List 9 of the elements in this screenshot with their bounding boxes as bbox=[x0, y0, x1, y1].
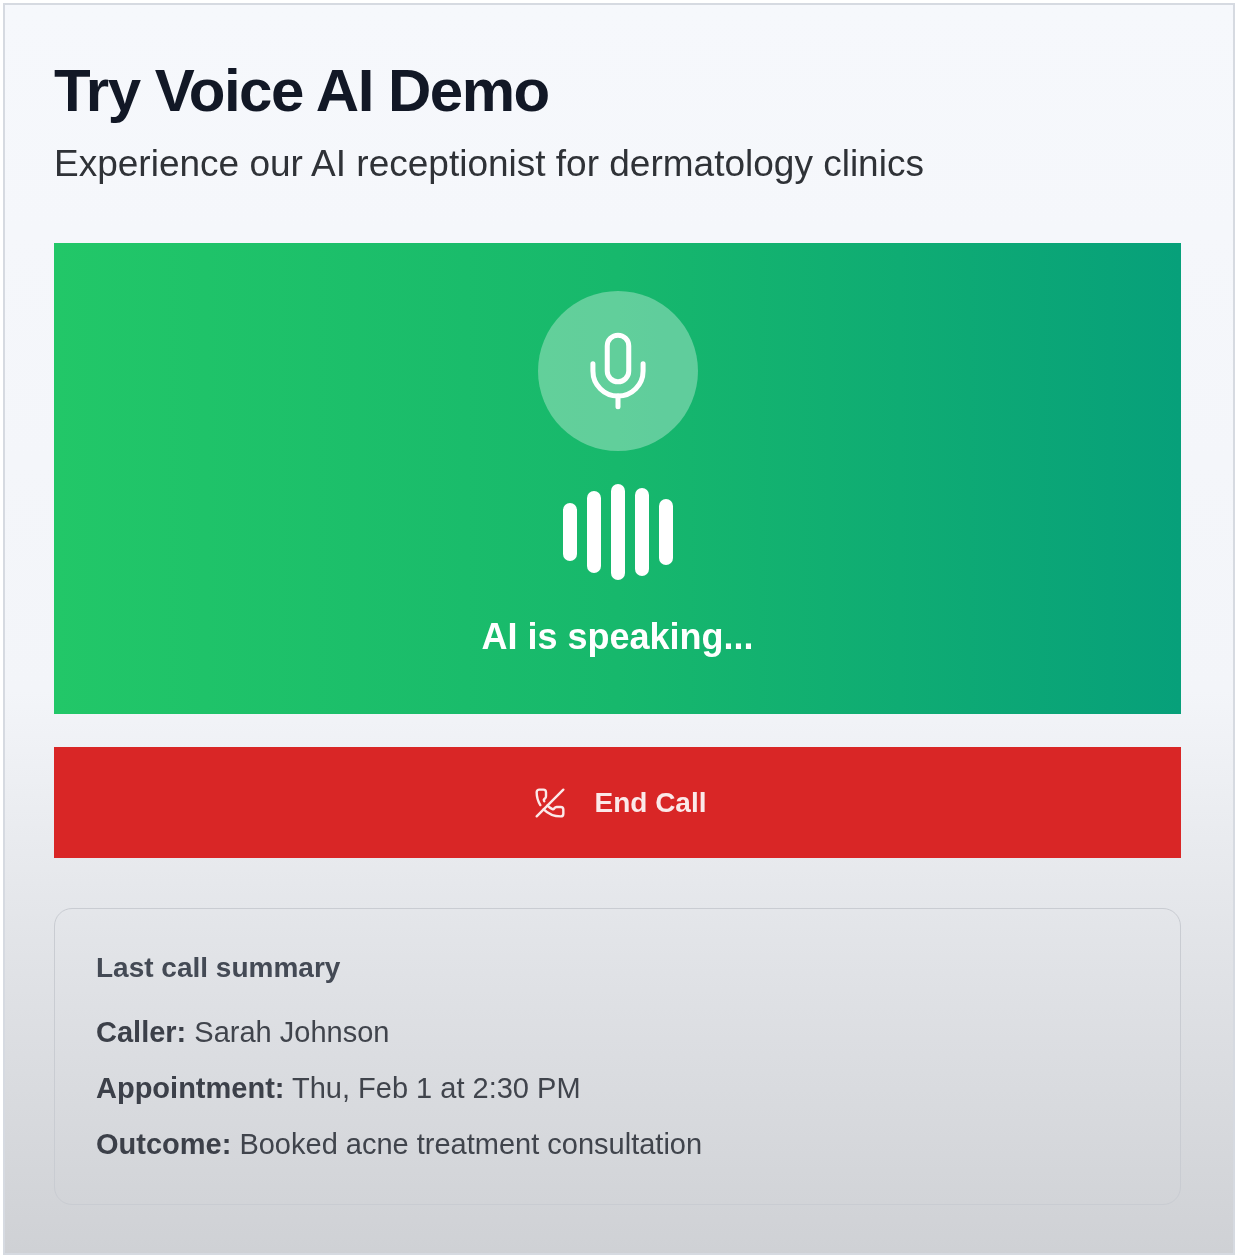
summary-detail: Caller: Sarah Johnson bbox=[96, 1015, 390, 1049]
end-call-button[interactable]: End Call bbox=[54, 747, 1181, 858]
summary-title: Last call summary bbox=[96, 952, 341, 984]
page-title: Try Voice AI Demo bbox=[54, 56, 549, 126]
summary-detail: Appointment: Thu, Feb 1 at 2:30 PM bbox=[96, 1071, 581, 1105]
summary-detail: Outcome: Booked acne treatment consultation bbox=[96, 1127, 703, 1161]
phone-off-icon bbox=[534, 786, 567, 819]
call-status-text: AI is speaking... bbox=[481, 616, 754, 658]
page-subtitle: Experience our AI receptionist for dermatology clinics bbox=[54, 142, 924, 186]
